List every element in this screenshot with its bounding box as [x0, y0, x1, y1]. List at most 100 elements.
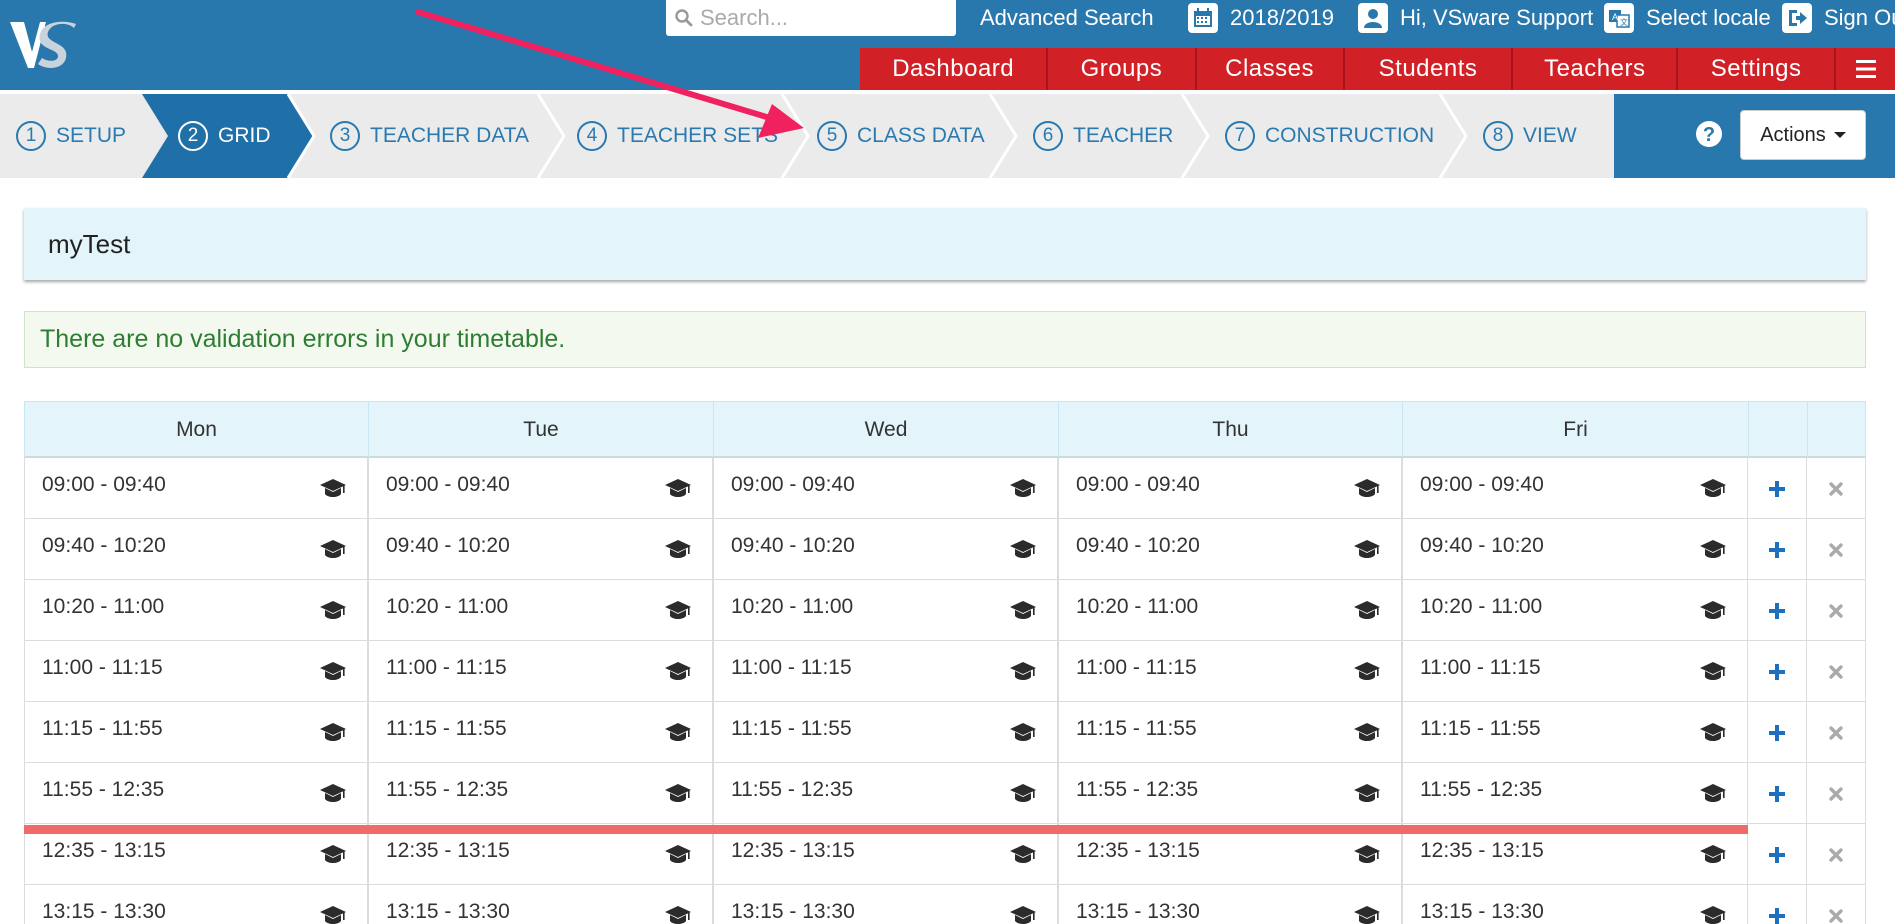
delete-row-icon[interactable]	[1807, 763, 1866, 824]
period-cell[interactable]: 09:40 - 10:20	[1402, 519, 1748, 580]
period-cell[interactable]: 11:00 - 11:15	[713, 641, 1058, 702]
period-cell[interactable]: 10:20 - 11:00	[1402, 580, 1748, 641]
graduation-cap-icon[interactable]	[1009, 781, 1037, 805]
delete-row-icon[interactable]	[1807, 580, 1866, 641]
graduation-cap-icon[interactable]	[1699, 781, 1727, 805]
period-cell[interactable]: 11:00 - 11:15	[1058, 641, 1402, 702]
graduation-cap-icon[interactable]	[1353, 476, 1381, 500]
graduation-cap-icon[interactable]	[1699, 903, 1727, 924]
locale-selector[interactable]: A文 Select locale	[1604, 3, 1771, 33]
period-cell[interactable]: 11:55 - 12:35	[713, 763, 1058, 824]
nav-settings[interactable]: Settings	[1678, 48, 1837, 90]
period-cell[interactable]: 09:40 - 10:20	[713, 519, 1058, 580]
graduation-cap-icon[interactable]	[1009, 903, 1037, 924]
graduation-cap-icon[interactable]	[1353, 842, 1381, 866]
user-menu[interactable]: Hi, VSware Support	[1358, 3, 1593, 33]
year-selector[interactable]: 2018/2019	[1188, 3, 1334, 33]
period-cell[interactable]: 13:15 - 13:30	[1402, 885, 1748, 924]
sign-out-link[interactable]: Sign Ou	[1782, 3, 1895, 33]
graduation-cap-icon[interactable]	[319, 903, 347, 924]
graduation-cap-icon[interactable]	[1699, 598, 1727, 622]
period-cell[interactable]: 11:15 - 11:55	[1058, 702, 1402, 763]
graduation-cap-icon[interactable]	[1009, 476, 1037, 500]
graduation-cap-icon[interactable]	[664, 476, 692, 500]
graduation-cap-icon[interactable]	[1699, 720, 1727, 744]
graduation-cap-icon[interactable]	[1353, 781, 1381, 805]
period-cell[interactable]: 11:00 - 11:15	[368, 641, 713, 702]
delete-row-icon[interactable]	[1807, 519, 1866, 580]
nav-teachers[interactable]: Teachers	[1513, 48, 1679, 90]
graduation-cap-icon[interactable]	[664, 537, 692, 561]
graduation-cap-icon[interactable]	[319, 476, 347, 500]
graduation-cap-icon[interactable]	[1699, 842, 1727, 866]
period-cell[interactable]: 11:00 - 11:15	[24, 641, 368, 702]
add-row-icon[interactable]	[1748, 580, 1807, 641]
graduation-cap-icon[interactable]	[664, 659, 692, 683]
nav-classes[interactable]: Classes	[1197, 48, 1345, 90]
graduation-cap-icon[interactable]	[1699, 537, 1727, 561]
graduation-cap-icon[interactable]	[664, 720, 692, 744]
period-cell[interactable]: 09:40 - 10:20	[368, 519, 713, 580]
delete-row-icon[interactable]	[1807, 458, 1866, 519]
graduation-cap-icon[interactable]	[1353, 598, 1381, 622]
wizard-step-setup[interactable]: 1 SETUP	[16, 94, 126, 178]
wizard-step-view[interactable]: 8 VIEW	[1483, 94, 1577, 178]
period-cell[interactable]: 11:00 - 11:15	[1402, 641, 1748, 702]
period-cell[interactable]: 11:55 - 12:35	[1402, 763, 1748, 824]
graduation-cap-icon[interactable]	[1699, 659, 1727, 683]
delete-row-icon[interactable]	[1807, 885, 1866, 924]
graduation-cap-icon[interactable]	[319, 842, 347, 866]
graduation-cap-icon[interactable]	[664, 781, 692, 805]
graduation-cap-icon[interactable]	[319, 781, 347, 805]
period-cell[interactable]: 11:15 - 11:55	[368, 702, 713, 763]
period-cell[interactable]: 11:55 - 12:35	[1058, 763, 1402, 824]
wizard-step-teacher-sets[interactable]: 4 TEACHER SETS	[577, 94, 778, 178]
delete-row-icon[interactable]	[1807, 641, 1866, 702]
wizard-step-class-data[interactable]: 5 CLASS DATA	[817, 94, 985, 178]
period-cell[interactable]: 10:20 - 11:00	[368, 580, 713, 641]
period-cell[interactable]: 09:00 - 09:40	[24, 458, 368, 519]
period-cell[interactable]: 09:00 - 09:40	[713, 458, 1058, 519]
period-cell[interactable]: 11:15 - 11:55	[713, 702, 1058, 763]
period-cell[interactable]: 11:15 - 11:55	[24, 702, 368, 763]
help-icon[interactable]: ?	[1694, 119, 1724, 149]
advanced-search-link[interactable]: Advanced Search	[980, 5, 1154, 31]
graduation-cap-icon[interactable]	[664, 842, 692, 866]
period-cell[interactable]: 10:20 - 11:00	[713, 580, 1058, 641]
wizard-step-teacher-data[interactable]: 3 TEACHER DATA	[330, 94, 529, 178]
graduation-cap-icon[interactable]	[664, 598, 692, 622]
graduation-cap-icon[interactable]	[1009, 842, 1037, 866]
graduation-cap-icon[interactable]	[1353, 659, 1381, 683]
menu-icon[interactable]	[1836, 48, 1895, 90]
period-cell[interactable]: 13:15 - 13:30	[368, 885, 713, 924]
period-cell[interactable]: 10:20 - 11:00	[24, 580, 368, 641]
search-input[interactable]	[700, 5, 940, 31]
period-cell[interactable]: 13:15 - 13:30	[24, 885, 368, 924]
period-cell[interactable]: 13:15 - 13:30	[1058, 885, 1402, 924]
add-row-icon[interactable]	[1748, 458, 1807, 519]
period-cell[interactable]: 09:00 - 09:40	[1058, 458, 1402, 519]
wizard-step-teacher[interactable]: 6 TEACHER	[1033, 94, 1173, 178]
period-cell[interactable]: 09:40 - 10:20	[24, 519, 368, 580]
graduation-cap-icon[interactable]	[1009, 598, 1037, 622]
vsware-logo[interactable]	[8, 18, 78, 74]
period-cell[interactable]: 10:20 - 11:00	[1058, 580, 1402, 641]
actions-dropdown-button[interactable]: Actions	[1740, 110, 1866, 160]
graduation-cap-icon[interactable]	[1009, 720, 1037, 744]
wizard-step-grid[interactable]: 2 GRID	[178, 94, 271, 178]
delete-row-icon[interactable]	[1807, 702, 1866, 763]
graduation-cap-icon[interactable]	[1353, 537, 1381, 561]
add-row-icon[interactable]	[1748, 519, 1807, 580]
search-box[interactable]	[666, 0, 956, 36]
graduation-cap-icon[interactable]	[1353, 720, 1381, 744]
nav-groups[interactable]: Groups	[1048, 48, 1197, 90]
period-cell[interactable]: 09:00 - 09:40	[368, 458, 713, 519]
graduation-cap-icon[interactable]	[1699, 476, 1727, 500]
period-cell[interactable]: 11:55 - 12:35	[368, 763, 713, 824]
graduation-cap-icon[interactable]	[319, 598, 347, 622]
graduation-cap-icon[interactable]	[1009, 537, 1037, 561]
add-row-icon[interactable]	[1748, 641, 1807, 702]
graduation-cap-icon[interactable]	[319, 720, 347, 744]
graduation-cap-icon[interactable]	[319, 659, 347, 683]
period-cell[interactable]: 09:00 - 09:40	[1402, 458, 1748, 519]
